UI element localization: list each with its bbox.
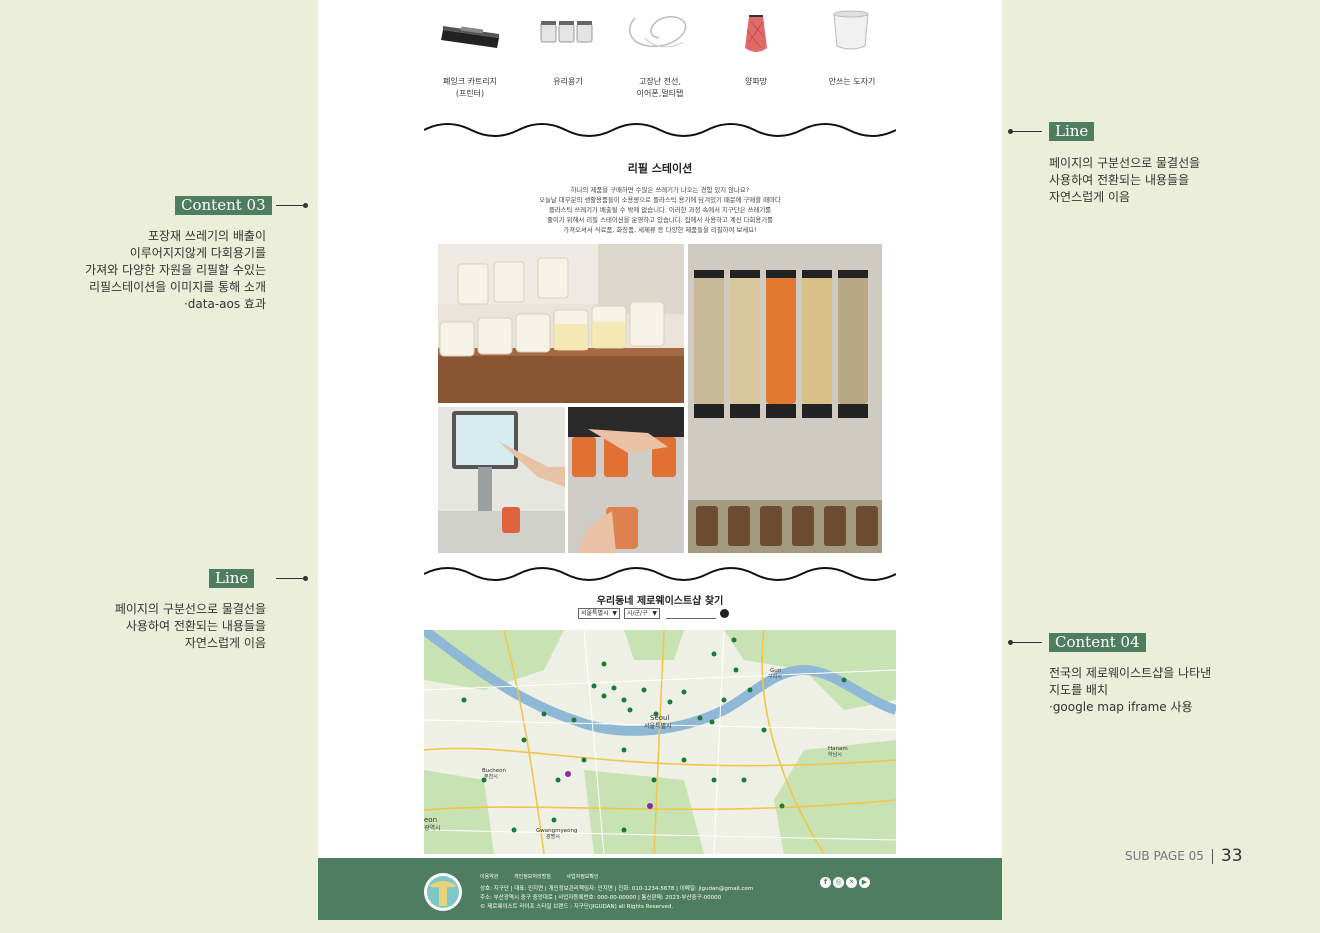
product-item[interactable]: 유리용기 [523,8,613,88]
facebook-icon[interactable]: f [820,877,831,888]
product-item[interactable]: 폐잉크 카트리지 (프린터) [425,8,515,100]
note-line: 자연스럽게 이음 [184,636,266,650]
line-right-note: 페이지의 구분선으로 물결선을 사용하여 전환되는 내용들을 자연스럽게 이음 [1049,155,1200,206]
wave-divider [424,123,896,137]
map-label-seoul: Seoul [650,714,669,722]
footer-copyright: © 제로웨이스트 라이프 스타일 브랜드 : 지구단(JIGUDAN) all … [480,904,674,910]
city-select-value: 서울특별시 [581,610,609,617]
instagram-icon[interactable]: ◎ [833,877,844,888]
footer-link-privacy[interactable]: 개인정보처리방침 [514,874,551,880]
refill-station-title: 리필 스테이션 [627,162,693,175]
chevron-down-icon: ▼ [612,610,617,617]
product-label: 이어폰,멀티탭 [636,89,684,98]
map-label-guri-ko: 구리시 [768,673,782,680]
footer-links: 이용약관 개인정보처리방침 사업자정보확인 [480,873,613,880]
note-line: 자연스럽게 이음 [1049,190,1131,204]
photo-detergent-refill [438,244,684,403]
divider [1211,848,1213,864]
product-label: 안쓰는 도자기 [828,77,876,86]
product-label: 고장난 전선, [639,77,681,86]
onion-net-icon [711,8,801,66]
zero-waste-shop-map[interactable]: Seoul 서울특별시 Guri 구리시 Hanam 하남시 Bucheon 부… [424,630,896,854]
footer-info: 상호: 지구단 | 대표: 인지연 | 개인정보관리책임자: 인지연 | 전화:… [480,885,753,912]
search-input[interactable] [666,618,716,619]
map-label-bucheon-ko: 부천시 [484,773,498,780]
product-item[interactable]: 안쓰는 도자기 [807,8,897,88]
map-label-gwangmyeong-ko: 광명시 [546,833,560,840]
refill-station-description: 하나의 제품을 구매하면 수많은 쓰레기가 나오는 경험 있지 않나요? 오늘날… [318,185,1002,235]
product-label: 양파망 [744,77,768,86]
jigudan-logo[interactable] [422,872,464,912]
note-line: 가져와 다양한 자원을 리필할 수있는 [85,263,266,277]
content03-note: 포장재 쓰레기의 배출이 이루어지지않게 다회용기를 가져와 다양한 자원을 리… [85,228,266,313]
youtube-icon[interactable]: ▶ [859,877,870,888]
map-label-incheon: eon [424,816,437,824]
chevron-down-icon: ▼ [652,610,657,617]
district-select-value: 시/군/구 [627,610,648,617]
page-number-value: 33 [1220,846,1243,866]
photo-filling-jar [568,407,684,553]
note-line: 이루어지지않게 다회용기를 [129,246,266,260]
desc-line: 오늘날 대부분의 생활용품들이 소용량으로 플라스틱 용기에 담겨있기 때문에 … [539,196,781,204]
desc-line: 가져오셔서 식료품, 화장품, 세제류 등 다양한 제품들을 리필하여 보세요! [563,226,757,234]
footer-info-line: 주소: 부산광역시 중구 중앙대로 | 사업자등록번호: 000-00-0000… [480,895,722,901]
product-label: 폐잉크 카트리지 [442,77,498,86]
x-icon[interactable]: ✕ [846,877,857,888]
footer-link-business[interactable]: 사업자정보확인 [566,874,598,880]
sns-links: f ◎ ✕ ▶ [820,869,872,888]
note-line: 사용하여 전환되는 내용들을 [1049,173,1190,187]
page-number: SUB PAGE 05 33 [1125,846,1243,866]
map-label-seoul-ko: 서울특별시 [644,722,672,730]
photo-grain-dispensers [688,244,882,553]
photo-touchscreen-scale [438,407,565,553]
note-line: 지도를 배치 [1049,683,1109,697]
toner-cartridge-icon [425,8,515,66]
wave-divider [424,567,896,581]
note-line: 페이지의 구분선으로 물결선을 [114,602,266,616]
glass-jar-icon [523,8,613,66]
line-left-leader [276,576,308,581]
desc-line: 하나의 제품을 구매하면 수많은 쓰레기가 나오는 경험 있지 않나요? [570,186,750,194]
desc-line: 줄이기 위해서 리필 스테이션을 운영하고 있습니다. 집에서 사용하고 계신 … [546,216,774,224]
find-shops-title: 우리동네 제로웨이스트샵 찾기 [596,596,724,607]
note-line: 리필스테이션을 이미지를 통해 소개 [88,280,266,294]
product-item[interactable]: 고장난 전선, 이어폰,멀티탭 [615,8,705,100]
product-item[interactable]: 양파망 [711,8,801,88]
product-label: (프린터) [455,89,485,98]
content03-leader [276,203,308,208]
line-left-note: 페이지의 구분선으로 물결선을 사용하여 전환되는 내용들을 자연스럽게 이음 [115,601,266,652]
sub-page-label: SUB PAGE 05 [1125,849,1204,863]
city-select[interactable]: 서울특별시 ▼ [578,608,620,619]
line-right-tag: Line [1049,122,1095,141]
map-label-incheon-ko: 광역시 [424,824,441,832]
content04-note: 전국의 제로웨이스트샵을 나타낸 지도를 배치 ·google map ifra… [1049,665,1211,716]
desc-line: 플라스틱 쓰레기가 배출될 수 밖에 없습니다. 이러한 과정 속에서 지구단은… [548,206,772,214]
line-right-leader [1008,129,1042,134]
cable-earphone-icon [615,8,705,66]
district-select[interactable]: 시/군/구 ▼ [624,608,660,619]
content04-tag: Content 04 [1049,633,1146,652]
web-page-mockup: 폐잉크 카트리지 (프린터) 유리용기 고장난 전선, 이어폰,멀티탭 양파망 … [318,0,1002,920]
note-line: 페이지의 구분선으로 물결선을 [1049,156,1201,170]
product-label: 유리용기 [553,77,583,86]
footer-info-line: 상호: 지구단 | 대표: 인지연 | 개인정보관리책임자: 인지연 | 전화:… [480,886,754,892]
note-line: 사용하여 전환되는 내용들을 [125,619,266,633]
line-left-tag: Line [209,569,255,588]
site-footer: 이용약관 개인정보처리방침 사업자정보확인 상호: 지구단 | 대표: 인지연 … [318,858,1002,920]
note-line: 전국의 제로웨이스트샵을 나타낸 [1049,666,1212,680]
note-line: ·data-aos 효과 [183,297,266,311]
content04-leader [1008,640,1042,645]
note-line: ·google map iframe 사용 [1049,700,1193,714]
footer-link-terms[interactable]: 이용약관 [480,874,498,880]
note-line: 포장재 쓰레기의 배출이 [147,229,266,243]
map-label-hanam-ko: 하남시 [828,751,842,758]
content03-tag: Content 03 [175,196,272,215]
ceramic-bowl-icon [807,8,897,66]
search-icon[interactable] [720,609,729,618]
